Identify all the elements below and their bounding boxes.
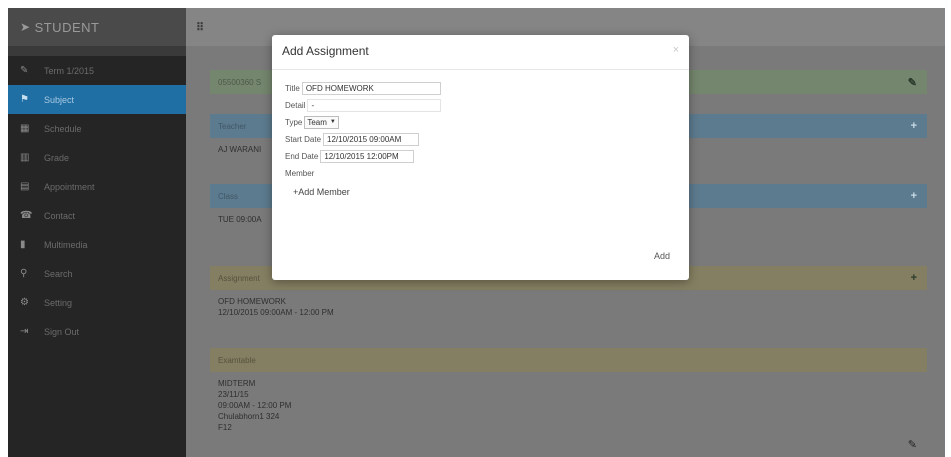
exam-line: 09:00AM - 12:00 PM <box>218 401 292 410</box>
sidebar-item-multimedia[interactable]: ▮ Multimedia <box>8 230 186 259</box>
start-date-input[interactable] <box>323 132 420 146</box>
sidebar-nav: ✎ Term 1/2015 ⚑ Subject ▦ Schedule ▥ Gra… <box>8 56 186 457</box>
detail-input[interactable] <box>307 98 442 112</box>
modal-title: Add Assignment <box>282 44 369 58</box>
start-date-row: Start Date <box>285 131 441 147</box>
exam-panel: Examtable MIDTERM 23/11/15 09:00AM - 12:… <box>210 348 927 451</box>
sidebar-item-contact[interactable]: ☎ Contact <box>8 201 186 230</box>
add-member-link[interactable]: +Add Member <box>293 187 441 197</box>
sidebar-item-label: Contact <box>44 210 76 221</box>
add-assignment-icon[interactable]: + <box>911 272 917 284</box>
exam-line: MIDTERM <box>218 379 256 388</box>
start-date-label: Start Date <box>285 134 322 144</box>
sidebar-item-appointment[interactable]: ▤ Appointment <box>8 172 186 201</box>
grid-menu-icon[interactable]: ⠿ <box>196 21 204 34</box>
assignment-header-label: Assignment <box>218 273 260 283</box>
flag-icon: ⚑ <box>20 94 29 105</box>
sidebar: ➤ STUDENT ✎ Term 1/2015 ⚑ Subject ▦ Sche… <box>8 8 186 457</box>
type-row: Type Team ▼ <box>285 114 441 130</box>
add-class-icon[interactable]: + <box>911 190 917 202</box>
teacher-header-label: Teacher <box>218 121 247 131</box>
exam-line: 23/11/15 <box>218 390 249 399</box>
assignment-form: Title Detail Type Team ▼ Start Date End … <box>285 80 442 197</box>
add-assignment-modal: Add Assignment × Title Detail Type Team … <box>272 35 689 280</box>
title-label: Title <box>285 83 300 93</box>
member-label: Member <box>285 168 315 178</box>
chart-icon: ▥ <box>20 152 30 163</box>
close-icon[interactable]: × <box>673 44 679 56</box>
end-date-label: End Date <box>285 151 319 161</box>
sidebar-item-label: Multimedia <box>44 239 88 250</box>
edit-course-icon[interactable]: ✎ <box>908 76 917 89</box>
sidebar-item-label: Grade <box>44 152 70 163</box>
search-icon: ⚲ <box>20 268 28 279</box>
brand[interactable]: ➤ STUDENT <box>8 8 186 46</box>
file-icon: ▮ <box>20 239 26 250</box>
calendar-icon: ▦ <box>20 123 30 134</box>
assignment-time: 12/10/2015 09:00AM - 12:00 PM <box>218 308 334 317</box>
exam-header-label: Examtable <box>218 355 256 365</box>
assignment-body: OFD HOMEWORK 12/10/2015 09:00AM - 12:00 … <box>210 290 927 324</box>
sidebar-item-subject[interactable]: ⚑ Subject <box>8 85 186 114</box>
contact-icon: ☎ <box>20 210 33 221</box>
course-code: 05500360 S <box>218 77 262 87</box>
sidebar-item-label: Appointment <box>44 181 95 192</box>
sidebar-item-label: Schedule <box>44 123 82 134</box>
assignment-title: OFD HOMEWORK <box>218 297 286 306</box>
end-date-row: End Date <box>285 148 441 164</box>
edit-exam-icon[interactable]: ✎ <box>908 438 917 451</box>
exam-body: MIDTERM 23/11/15 09:00AM - 12:00 PM Chul… <box>210 372 927 439</box>
brand-label: STUDENT <box>34 19 100 35</box>
detail-row: Detail <box>285 97 442 113</box>
sidebar-item-label: Setting <box>44 297 73 308</box>
type-select[interactable]: Team ▼ <box>304 115 339 129</box>
sidebar-item-setting[interactable]: ⚙ Setting <box>8 288 186 317</box>
sign-out-icon: ⇥ <box>20 326 29 337</box>
detail-label: Detail <box>285 100 306 110</box>
sidebar-item-label: Search <box>44 268 73 279</box>
sidebar-item-grade[interactable]: ▥ Grade <box>8 143 186 172</box>
sidebar-item-term[interactable]: ✎ Term 1/2015 <box>8 56 186 85</box>
exam-header: Examtable <box>210 348 927 372</box>
paper-plane-icon: ➤ <box>20 20 31 34</box>
calendar-appointment-icon: ▤ <box>20 181 30 192</box>
title-row: Title <box>285 80 441 96</box>
gear-icon: ⚙ <box>20 297 29 308</box>
class-header-label: Class <box>218 191 239 201</box>
sidebar-item-search[interactable]: ⚲ Search <box>8 259 186 288</box>
sidebar-item-label: Term 1/2015 <box>44 65 95 76</box>
exam-line: F12 <box>218 423 232 432</box>
sidebar-item-schedule[interactable]: ▦ Schedule <box>8 114 186 143</box>
modal-divider <box>272 69 689 70</box>
type-selected: Team <box>307 117 327 127</box>
title-input[interactable] <box>301 81 441 95</box>
exam-line: Chulabhorn1 324 <box>218 412 280 421</box>
member-row: Member <box>285 165 441 181</box>
sidebar-item-sign-out[interactable]: ⇥ Sign Out <box>8 317 186 346</box>
add-teacher-icon[interactable]: + <box>911 120 917 132</box>
sidebar-item-label: Sign Out <box>44 326 80 337</box>
end-date-input[interactable] <box>320 149 415 163</box>
sidebar-item-label: Subject <box>44 94 75 105</box>
type-label: Type <box>285 117 303 127</box>
add-button[interactable]: Add <box>654 251 670 261</box>
edit-icon: ✎ <box>20 65 29 76</box>
caret-down-icon: ▼ <box>329 119 336 125</box>
